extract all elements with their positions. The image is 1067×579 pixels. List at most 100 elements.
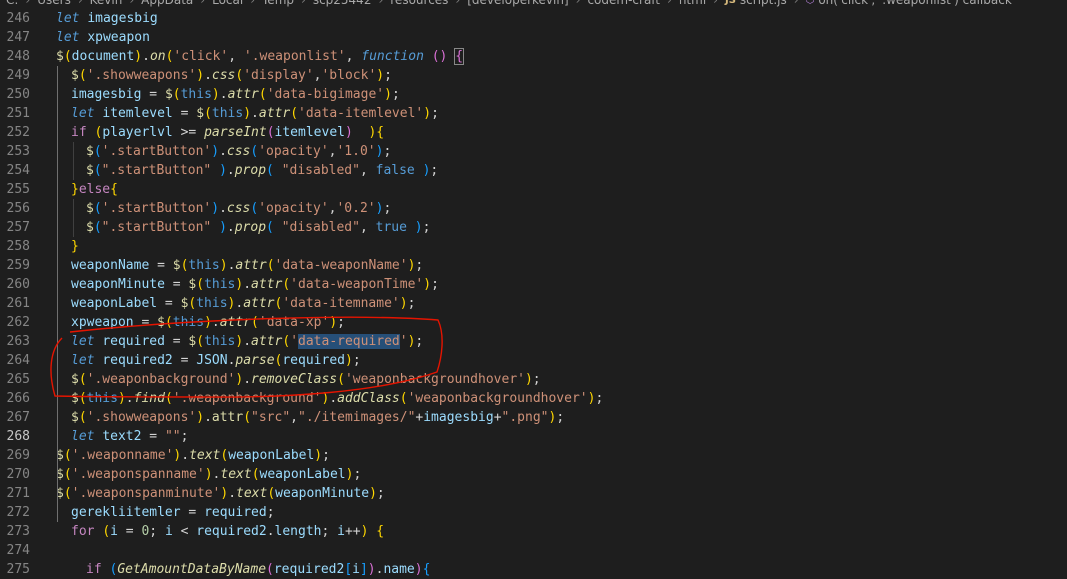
breadcrumb-segment[interactable]: AppData xyxy=(141,0,193,7)
breadcrumb-segment[interactable]: codem-craft xyxy=(587,0,660,7)
indent-guide xyxy=(57,66,58,522)
code-text: }else{ xyxy=(71,182,118,197)
line-number: 267 xyxy=(6,410,30,425)
line-number: 264 xyxy=(6,353,30,368)
line-number: 248 xyxy=(6,49,30,64)
line-number: 266 xyxy=(6,391,30,406)
code-line[interactable]: 251 let itemlevel = $(this).attr('data-it… xyxy=(0,104,1067,123)
code-line[interactable]: 260 weaponMinute = $(this).attr('data-wea… xyxy=(0,275,1067,294)
chevron-right-icon: › xyxy=(713,0,718,7)
code-text: $(".startButton" ).prop( "disabled", fal… xyxy=(86,163,439,178)
code-line[interactable]: 267 $('.showweapons').attr("src","./itemi… xyxy=(0,408,1067,427)
code-text: $(document).on('click', '.weaponlist', f… xyxy=(56,48,465,65)
code-line[interactable]: 258} xyxy=(0,237,1067,256)
code-line[interactable]: 249 $('.showweapons').css('display','bloc… xyxy=(0,66,1067,85)
line-number: 261 xyxy=(6,296,30,311)
breadcrumb-segment[interactable]: Kevin xyxy=(90,0,123,7)
line-number: 250 xyxy=(6,87,30,102)
code-line[interactable]: 247 let xpweapon xyxy=(0,28,1067,47)
chevron-right-icon: › xyxy=(378,0,384,7)
line-number: 259 xyxy=(6,258,30,273)
chevron-right-icon: › xyxy=(301,0,306,7)
code-line[interactable]: 253 $('.startButton').css('opacity','1.0'… xyxy=(0,142,1067,161)
code-line[interactable]: 265 $('.weaponbackground').removeClass('w… xyxy=(0,370,1067,389)
code-line[interactable]: 274 xyxy=(0,541,1067,560)
code-line[interactable]: 256 $('.startButton').css('opacity','0.2'… xyxy=(0,199,1067,218)
line-number: 263 xyxy=(6,334,30,349)
code-text: $('.showweapons').attr("src","./itemimag… xyxy=(71,410,565,425)
code-text: let itemlevel = $(this).attr('data-iteml… xyxy=(71,106,439,121)
line-number: 254 xyxy=(6,163,30,178)
breadcrumb-segment[interactable]: [developerkevin] xyxy=(467,0,568,7)
code-line[interactable]: 254 $(".startButton" ).prop( "disabled", … xyxy=(0,161,1067,180)
chevron-right-icon: › xyxy=(25,0,31,7)
line-number: 258 xyxy=(6,239,30,254)
code-text: let imagesbig xyxy=(56,11,158,26)
code-line[interactable]: 262 xpweapon = $(this).attr('data-xp'); xyxy=(0,313,1067,332)
chevron-right-icon: › xyxy=(77,0,83,7)
chevron-right-icon: › xyxy=(575,0,581,7)
chevron-right-icon: › xyxy=(200,0,206,7)
code-text: let required = $(this).attr('data-requir… xyxy=(71,334,424,349)
code-line[interactable]: 248 $(document).on('click', '.weaponlist'… xyxy=(0,47,1067,66)
code-line[interactable]: 264 let required2 = JSON.parse(required); xyxy=(0,351,1067,370)
code-line[interactable]: 246 let imagesbig xyxy=(0,9,1067,28)
line-number: 274 xyxy=(6,543,30,558)
breadcrumb-symbol[interactable]: on('click', '.weaponlist') callback xyxy=(818,0,1011,7)
code-line[interactable]: 257 $(".startButton" ).prop( "disabled", … xyxy=(0,218,1067,237)
code-line[interactable]: 266 $(this).find('.weaponbackground').add… xyxy=(0,389,1067,408)
code-line[interactable]: 255 }else{ xyxy=(0,180,1067,199)
line-number: 251 xyxy=(6,106,30,121)
code-line[interactable]: 268 let text2 = ""; xyxy=(0,427,1067,446)
line-number: 253 xyxy=(6,144,30,159)
code-line[interactable]: 252 if (playerlvl >= parseInt(itemlevel) … xyxy=(0,123,1067,142)
code-text: weaponMinute = $(this).attr('data-weapon… xyxy=(71,277,439,292)
code-text: $('.weaponspanname').text(weaponLabel); xyxy=(56,467,362,482)
code-text: $('.showweapons').css('display','block')… xyxy=(71,68,392,83)
line-number: 260 xyxy=(6,277,30,292)
chevron-right-icon: › xyxy=(250,0,256,7)
breadcrumb-segment[interactable]: C: xyxy=(6,0,18,7)
code-line[interactable]: 272 gerekliitemler = required; xyxy=(0,503,1067,522)
code-line[interactable]: 269 $('.weaponname').text(weaponLabel); xyxy=(0,446,1067,465)
line-number: 269 xyxy=(6,448,30,463)
breadcrumb-segment[interactable]: Users xyxy=(37,0,71,7)
indent-guide xyxy=(73,199,74,237)
breadcrumb-segment[interactable]: resources xyxy=(390,0,448,7)
code-line[interactable]: 271 $('.weaponspanminute').text(weaponMin… xyxy=(0,484,1067,503)
code-line[interactable]: 263 let required = $(this).attr('data-req… xyxy=(0,332,1067,351)
code-editor[interactable]: 246 let imagesbig 247 let xpweapon 248 $(docu… xyxy=(0,9,1067,579)
code-text: $(".startButton" ).prop( "disabled", tru… xyxy=(86,220,431,235)
breadcrumb-segment[interactable]: scp25442 xyxy=(313,0,372,7)
line-number: 249 xyxy=(6,68,30,83)
line-number: 257 xyxy=(6,220,30,235)
code-text: xpweapon = $(this).attr('data-xp'); xyxy=(71,315,345,330)
line-number: 255 xyxy=(6,182,30,197)
code-line[interactable]: 273 for (i = 0; i < required2.length; i++… xyxy=(0,522,1067,541)
breadcrumb-segment[interactable]: Temp xyxy=(262,0,294,7)
code-line[interactable]: 270 $('.weaponspanname').text(weaponLabel… xyxy=(0,465,1067,484)
code-text: let text2 = ""; xyxy=(71,429,189,444)
code-text: gerekliitemler = required; xyxy=(71,505,275,520)
chevron-right-icon: › xyxy=(793,0,799,7)
line-number: 265 xyxy=(6,372,30,387)
code-text: weaponName = $(this).attr('data-weaponNa… xyxy=(71,258,424,273)
code-text: if (GetAmountDataByName(required2[i]).na… xyxy=(86,562,431,577)
indent-guide xyxy=(73,142,74,180)
breadcrumb-segment[interactable]: Local xyxy=(212,0,243,7)
breadcrumb-segment[interactable]: html xyxy=(679,0,706,7)
javascript-file-icon: JS xyxy=(724,0,736,6)
line-number: 272 xyxy=(6,505,30,520)
line-number: 247 xyxy=(6,30,30,45)
code-line[interactable]: 275 if (GetAmountDataByName(required2[i])… xyxy=(0,560,1067,579)
code-text: $('.weaponbackground').removeClass('weap… xyxy=(71,372,541,387)
code-text: } xyxy=(71,239,79,254)
code-text: $('.startButton').css('opacity','1.0'); xyxy=(86,144,392,159)
code-line[interactable]: 250 imagesbig = $(this).attr('data-bigima… xyxy=(0,85,1067,104)
code-line[interactable]: 261 weaponLabel = $(this).attr('data-item… xyxy=(0,294,1067,313)
code-text: $('.startButton').css('opacity','0.2'); xyxy=(86,201,392,216)
code-line[interactable]: 259 weaponName = $(this).attr('data-weapo… xyxy=(0,256,1067,275)
code-text: weaponLabel = $(this).attr('data-itemnam… xyxy=(71,296,416,311)
code-text: $('.weaponspanminute').text(weaponMinute… xyxy=(56,486,385,501)
breadcrumb-file[interactable]: script.js xyxy=(740,0,787,7)
